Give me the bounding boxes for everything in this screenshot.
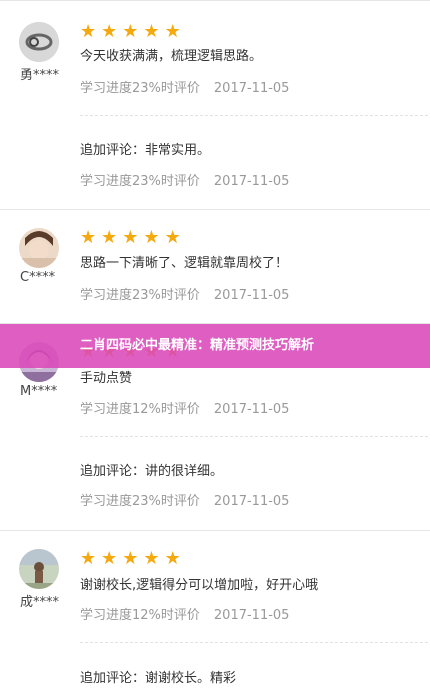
avatar-image <box>19 228 59 268</box>
review-divider <box>0 530 430 531</box>
star-icon: ★ <box>122 21 139 42</box>
review-date: 2017-11-05 <box>213 288 290 303</box>
banner-text: 二肖四码必中最精准：精准预测技巧解析 <box>80 338 315 353</box>
username: M**** <box>20 384 58 399</box>
star-icon: ★ <box>101 548 118 569</box>
progress-text: 学习进度23%时评价 <box>80 288 200 303</box>
progress-text: 学习进度23%时评价 <box>80 81 200 96</box>
username: 成**** <box>20 595 60 610</box>
progress-text: 学习进度23%时评价 <box>80 174 200 189</box>
avatar-image <box>19 549 59 589</box>
review-date: 2017-11-05 <box>213 81 290 96</box>
star-icon: ★ <box>143 548 160 569</box>
review-date: 2017-11-05 <box>213 608 290 623</box>
dashed-separator <box>80 115 428 116</box>
avatar-image <box>19 22 59 62</box>
star-icon: ★ <box>101 21 118 42</box>
star-icon: ★ <box>164 21 181 42</box>
review-comment: 今天收获满满，梳理逻辑思路。 <box>80 49 263 64</box>
star-icon: ★ <box>164 227 181 248</box>
star-icon: ★ <box>143 227 160 248</box>
top-divider <box>0 0 430 1</box>
review-comment: 手动点赞 <box>80 371 133 386</box>
star-icon: ★ <box>122 227 139 248</box>
followup-meta: 学习进度23%时评价 2017-11-05 <box>80 170 289 189</box>
dashed-separator <box>80 642 428 643</box>
review-date: 2017-11-05 <box>213 402 290 417</box>
rating-stars: ★ ★ ★ ★ ★ <box>80 229 181 247</box>
review-meta: 学习进度12%时评价 2017-11-05 <box>80 398 289 417</box>
followup-comment: 追加评论：非常实用。 <box>80 143 211 158</box>
review-comment: 谢谢校长,逻辑得分可以增加啦，好开心哦 <box>80 578 319 593</box>
username: C**** <box>20 270 56 285</box>
avatar[interactable] <box>19 22 59 62</box>
star-icon: ★ <box>122 548 139 569</box>
username: 勇**** <box>20 68 60 83</box>
followup-meta: 学习进度23%时评价 2017-11-05 <box>80 490 289 509</box>
avatar[interactable] <box>19 228 59 268</box>
progress-text: 学习进度12%时评价 <box>80 608 200 623</box>
followup-comment: 追加评论：谢谢校长。精彩 <box>80 671 237 686</box>
dashed-separator <box>80 436 428 437</box>
rating-stars: ★ ★ ★ ★ ★ <box>80 23 181 41</box>
progress-text: 学习进度23%时评价 <box>80 494 200 509</box>
followup-comment: 追加评论：讲的很详细。 <box>80 464 224 479</box>
star-icon: ★ <box>143 21 160 42</box>
review-comment: 思路一下清晰了、逻辑就靠周校了！ <box>80 256 289 271</box>
star-icon: ★ <box>80 227 97 248</box>
star-icon: ★ <box>164 548 181 569</box>
review-divider <box>0 209 430 210</box>
followup-date: 2017-11-05 <box>213 174 290 189</box>
star-icon: ★ <box>80 21 97 42</box>
review-meta: 学习进度23%时评价 2017-11-05 <box>80 77 289 96</box>
rating-stars: ★ ★ ★ ★ ★ <box>80 550 181 568</box>
followup-date: 2017-11-05 <box>213 494 290 509</box>
star-icon: ★ <box>101 227 118 248</box>
review-meta: 学习进度23%时评价 2017-11-05 <box>80 284 289 303</box>
star-icon: ★ <box>80 548 97 569</box>
avatar[interactable] <box>19 549 59 589</box>
promo-banner[interactable]: 二肖四码必中最精准：精准预测技巧解析 <box>0 324 430 368</box>
progress-text: 学习进度12%时评价 <box>80 402 200 417</box>
review-meta: 学习进度12%时评价 2017-11-05 <box>80 604 289 623</box>
